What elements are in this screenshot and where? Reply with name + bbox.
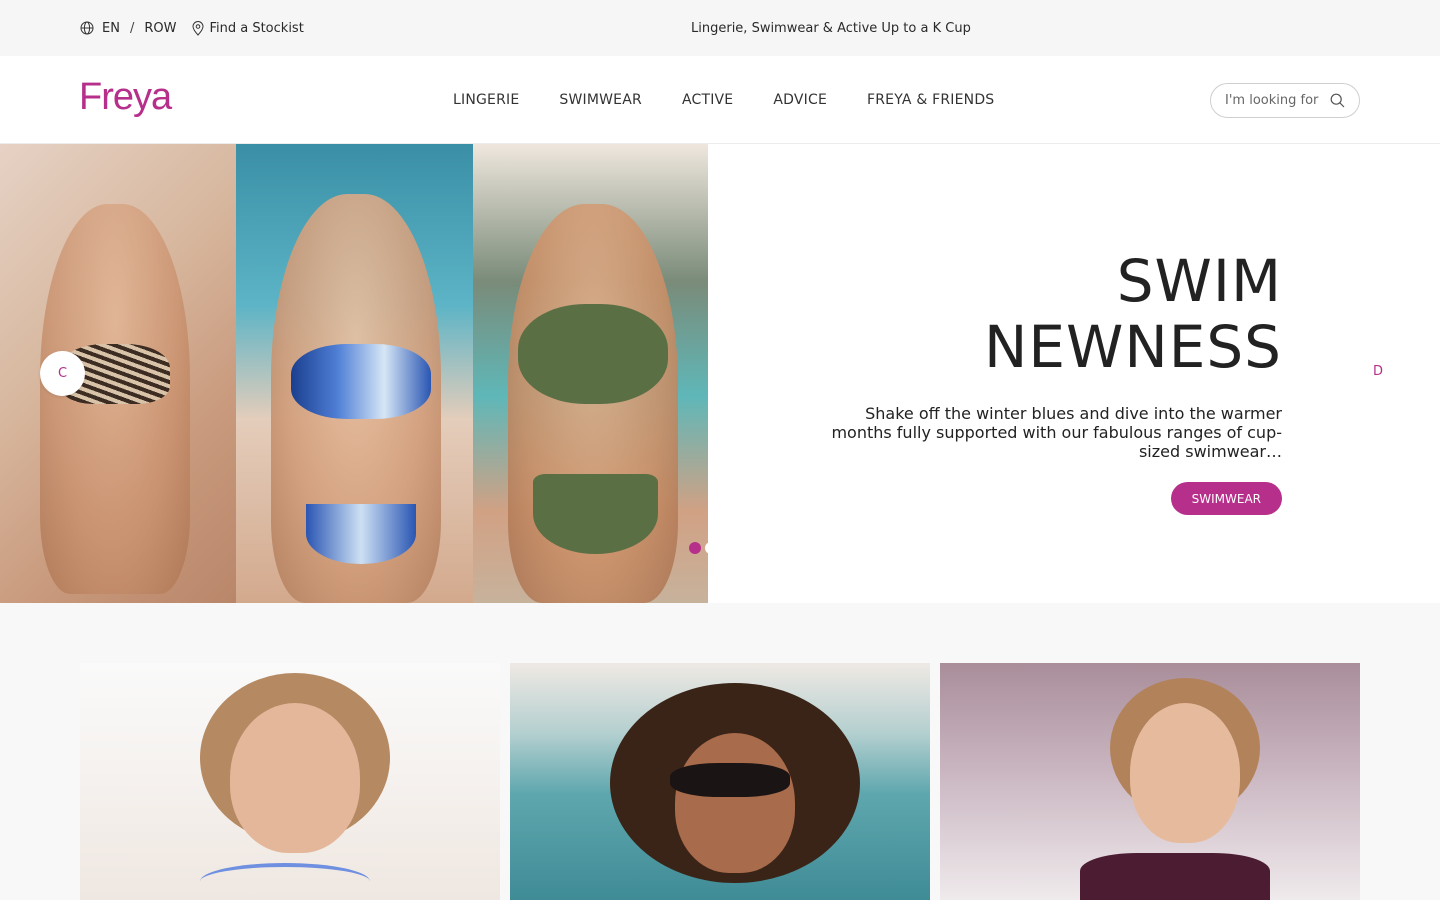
hero-title-line-1: SWIM xyxy=(1116,247,1282,315)
search-box[interactable] xyxy=(1210,83,1360,118)
carousel-dot-2[interactable] xyxy=(705,542,717,554)
search-icon[interactable] xyxy=(1330,93,1345,112)
hero-photo-blue-bikini xyxy=(236,144,473,603)
category-card-lingerie[interactable] xyxy=(80,663,500,900)
map-pin-icon xyxy=(192,20,204,36)
category-card-swimwear[interactable] xyxy=(510,663,930,900)
nav-item-freya-friends[interactable]: FREYA & FRIENDS xyxy=(867,92,994,108)
swimwear-cta-button[interactable]: SWIMWEAR xyxy=(1170,482,1282,515)
hero-content: SWIM NEWNESS Shake off the winter blues … xyxy=(802,248,1282,515)
find-stockist-label: Find a Stockist xyxy=(209,20,304,36)
locale-selector[interactable]: EN / ROW Find a Stockist xyxy=(80,0,304,56)
search-input[interactable] xyxy=(1225,93,1325,108)
promo-message: Lingerie, Swimwear & Active Up to a K Cu… xyxy=(691,20,971,36)
hero-title-line-2: NEWNESS xyxy=(983,313,1282,381)
find-stockist-link[interactable]: Find a Stockist xyxy=(192,20,304,36)
carousel-prev-button[interactable]: C xyxy=(40,351,85,396)
nav-item-active[interactable]: ACTIVE xyxy=(682,92,733,108)
site-header: Freya LINGERIE SWIMWEAR ACTIVE ADVICE FR… xyxy=(0,56,1440,144)
globe-icon xyxy=(80,21,94,35)
nav-item-lingerie[interactable]: LINGERIE xyxy=(453,92,519,108)
carousel-next-button[interactable]: D xyxy=(1370,364,1386,379)
carousel-dots xyxy=(689,542,717,554)
hero-title: SWIM NEWNESS xyxy=(802,248,1282,380)
hero-photo-striped-bikini xyxy=(0,144,236,603)
hero-image xyxy=(0,144,708,603)
carousel-dot-1[interactable] xyxy=(689,542,701,554)
brand-logo[interactable]: Freya xyxy=(79,76,172,119)
hero-description: Shake off the winter blues and dive into… xyxy=(831,404,1282,461)
nav-item-swimwear[interactable]: SWIMWEAR xyxy=(559,92,642,108)
region-label[interactable]: ROW xyxy=(144,21,176,36)
language-label[interactable]: EN xyxy=(102,21,120,36)
utility-bar: EN / ROW Find a Stockist Lingerie, Swimw… xyxy=(0,0,1440,56)
hero-carousel: C SWIM NEWNESS Shake off the winter blue… xyxy=(0,144,1440,603)
category-card-active[interactable] xyxy=(940,663,1360,900)
category-cards xyxy=(0,603,1440,900)
hero-photo-green-bikini xyxy=(473,144,708,603)
locale-separator: / xyxy=(129,20,135,36)
nav-item-advice[interactable]: ADVICE xyxy=(773,92,827,108)
main-nav: LINGERIE SWIMWEAR ACTIVE ADVICE FREYA & … xyxy=(453,56,994,144)
